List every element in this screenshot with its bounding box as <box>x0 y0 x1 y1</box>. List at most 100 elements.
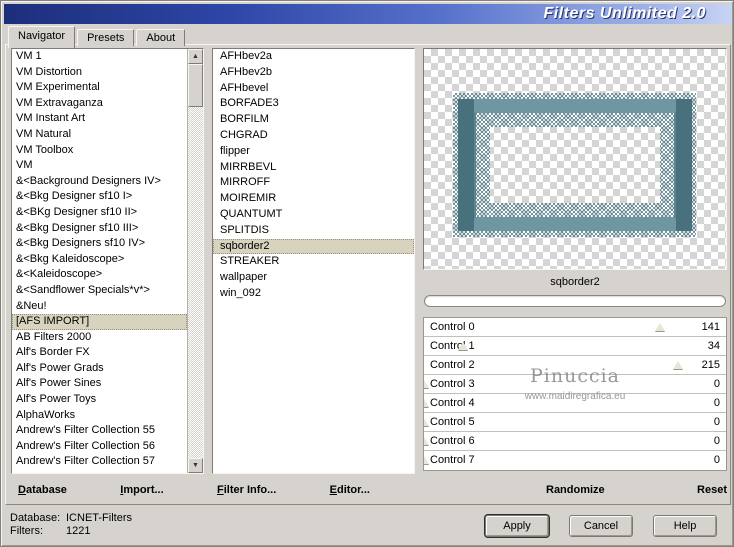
category-item[interactable]: VM Natural <box>12 127 187 143</box>
database-button[interactable]: Database <box>18 484 67 496</box>
title-bar: Filters Unlimited 2.0 <box>4 4 732 24</box>
navigator-panel: VM 1 VM Distortion VM Experimental VM Extra… <box>5 44 731 505</box>
tab-navigator[interactable]: Navigator <box>8 26 76 48</box>
slider-thumb-icon[interactable] <box>654 323 665 331</box>
filter-list: AFHbev2a AFHbev2b AFHbevel BORFADE3 BORFILM C… <box>212 48 415 474</box>
control-value: 34 <box>707 340 720 352</box>
category-item[interactable]: &<BKg Designer sf10 II> <box>12 205 187 221</box>
control-label: Control 7 <box>430 454 475 466</box>
category-list-container: VM 1 VM Distortion VM Experimental VM Extra… <box>11 48 204 474</box>
category-item[interactable]: Andrew's Filter Collection 57 <box>12 454 187 470</box>
import-button[interactable]: Import... <box>120 484 163 496</box>
category-item[interactable]: VM Toolbox <box>12 143 187 159</box>
category-item[interactable]: Alf's Border FX <box>12 345 187 361</box>
help-button[interactable]: Help <box>653 515 717 537</box>
category-item[interactable]: Alf's Power Toys <box>12 392 187 408</box>
category-item[interactable]: VM Instant Art <box>12 111 187 127</box>
dialog-buttons: Apply Cancel Help <box>485 515 717 537</box>
filter-item[interactable]: QUANTUMT <box>213 207 414 223</box>
control-row[interactable]: Control 4 0 <box>424 394 726 413</box>
control-value: 141 <box>701 321 720 333</box>
category-item[interactable]: [AFS IMPORT] <box>12 314 187 330</box>
category-item[interactable]: VM Extravaganza <box>12 96 187 112</box>
control-value: 215 <box>701 359 720 371</box>
category-item[interactable]: VM 1 <box>12 49 187 65</box>
editor-button[interactable]: Editor... <box>330 484 370 496</box>
progress-bar <box>424 295 726 307</box>
category-item[interactable]: AB Filters 2000 <box>12 330 187 346</box>
control-row[interactable]: Control 7 0 <box>424 451 726 470</box>
command-strip-left: Database Import... Filter Info... Editor... <box>18 478 370 502</box>
filter-item[interactable]: flipper <box>213 144 414 160</box>
category-item[interactable]: Andrew's Filter Collection 56 <box>12 439 187 455</box>
control-label: Control 5 <box>430 416 475 428</box>
slider-thumb-icon[interactable] <box>458 342 469 350</box>
control-label: Control 6 <box>430 435 475 447</box>
slider-thumb-icon[interactable] <box>424 399 429 407</box>
filter-item[interactable]: SPLITDIS <box>213 223 414 239</box>
category-item[interactable]: VM Distortion <box>12 65 187 81</box>
category-item[interactable]: Alf's Power Grads <box>12 361 187 377</box>
selected-filter-name: sqborder2 <box>550 276 600 288</box>
filter-preview[interactable] <box>423 48 727 270</box>
category-item[interactable]: Andrew's Filter Collection 55 <box>12 423 187 439</box>
control-row[interactable]: Control 2 215 <box>424 356 726 375</box>
preview-effect-center <box>490 127 660 203</box>
filter-info-button[interactable]: Filter Info... <box>217 484 276 496</box>
filter-item[interactable]: AFHbevel <box>213 81 414 97</box>
control-label: Control 4 <box>430 397 475 409</box>
scroll-thumb[interactable] <box>188 64 203 107</box>
filter-item[interactable]: BORFILM <box>213 112 414 128</box>
filter-item[interactable]: BORFADE3 <box>213 96 414 112</box>
control-row[interactable]: Control 1 34 <box>424 337 726 356</box>
category-scrollbar[interactable]: ▲ ▼ <box>187 49 203 473</box>
filter-item[interactable]: MIRROFF <box>213 175 414 191</box>
randomize-button[interactable]: Randomize <box>546 484 605 496</box>
category-item[interactable]: AlphaWorks <box>12 408 187 424</box>
control-row[interactable]: Control 0 141 <box>424 318 726 337</box>
cancel-button[interactable]: Cancel <box>569 515 633 537</box>
tab-about[interactable]: About <box>136 29 186 46</box>
scroll-down-icon[interactable]: ▼ <box>188 458 203 473</box>
category-item[interactable]: VM Experimental <box>12 80 187 96</box>
category-item[interactable]: VM <box>12 158 187 174</box>
category-item[interactable]: &<Sandflower Specials*v*> <box>12 283 187 299</box>
slider-thumb-icon[interactable] <box>424 437 429 445</box>
control-row[interactable]: Control 5 0 <box>424 413 726 432</box>
status-bar: Database: ICNET-Filters Filters: 1221 <box>10 512 132 538</box>
filter-item[interactable]: MOIREMIR <box>213 191 414 207</box>
category-item[interactable]: Alf's Power Sines <box>12 376 187 392</box>
tab-presets[interactable]: Presets <box>77 29 135 46</box>
filter-item[interactable]: wallpaper <box>213 270 414 286</box>
filter-item[interactable]: win_092 <box>213 286 414 302</box>
control-row[interactable]: Control 6 0 <box>424 432 726 451</box>
status-database-label: Database: <box>10 512 61 524</box>
category-item[interactable]: &Neu! <box>12 299 187 315</box>
reset-button[interactable]: Reset <box>697 484 727 496</box>
category-item[interactable]: &<Kaleidoscope> <box>12 267 187 283</box>
scroll-up-icon[interactable]: ▲ <box>188 49 203 64</box>
category-item[interactable]: &<Background Designers IV> <box>12 174 187 190</box>
slider-thumb-icon[interactable] <box>424 418 429 426</box>
filter-item[interactable]: AFHbev2b <box>213 65 414 81</box>
filter-item[interactable]: MIRRBEVL <box>213 160 414 176</box>
category-item[interactable]: &<Bkg Kaleidoscope> <box>12 252 187 268</box>
preview-effect-left-bar <box>458 99 474 231</box>
apply-button[interactable]: Apply <box>485 515 549 537</box>
filter-item[interactable]: sqborder2 <box>213 238 414 255</box>
category-item[interactable]: &<Bkg Designer sf10 I> <box>12 189 187 205</box>
control-value: 0 <box>713 397 720 409</box>
control-value: 0 <box>713 454 720 466</box>
status-database-value: ICNET-Filters <box>66 512 132 524</box>
filter-item[interactable]: CHGRAD <box>213 128 414 144</box>
filter-item[interactable]: STREAKER <box>213 254 414 270</box>
category-item[interactable]: &<Bkg Designer sf10 III> <box>12 221 187 237</box>
category-item[interactable]: &<Bkg Designers sf10 IV> <box>12 236 187 252</box>
control-row[interactable]: Control 3 0 <box>424 375 726 394</box>
slider-thumb-icon[interactable] <box>424 456 429 464</box>
filter-item[interactable]: AFHbev2a <box>213 49 414 65</box>
slider-thumb-icon[interactable] <box>672 361 683 369</box>
status-filters-label: Filters: <box>10 525 43 537</box>
control-value: 0 <box>713 435 720 447</box>
slider-thumb-icon[interactable] <box>424 380 429 388</box>
